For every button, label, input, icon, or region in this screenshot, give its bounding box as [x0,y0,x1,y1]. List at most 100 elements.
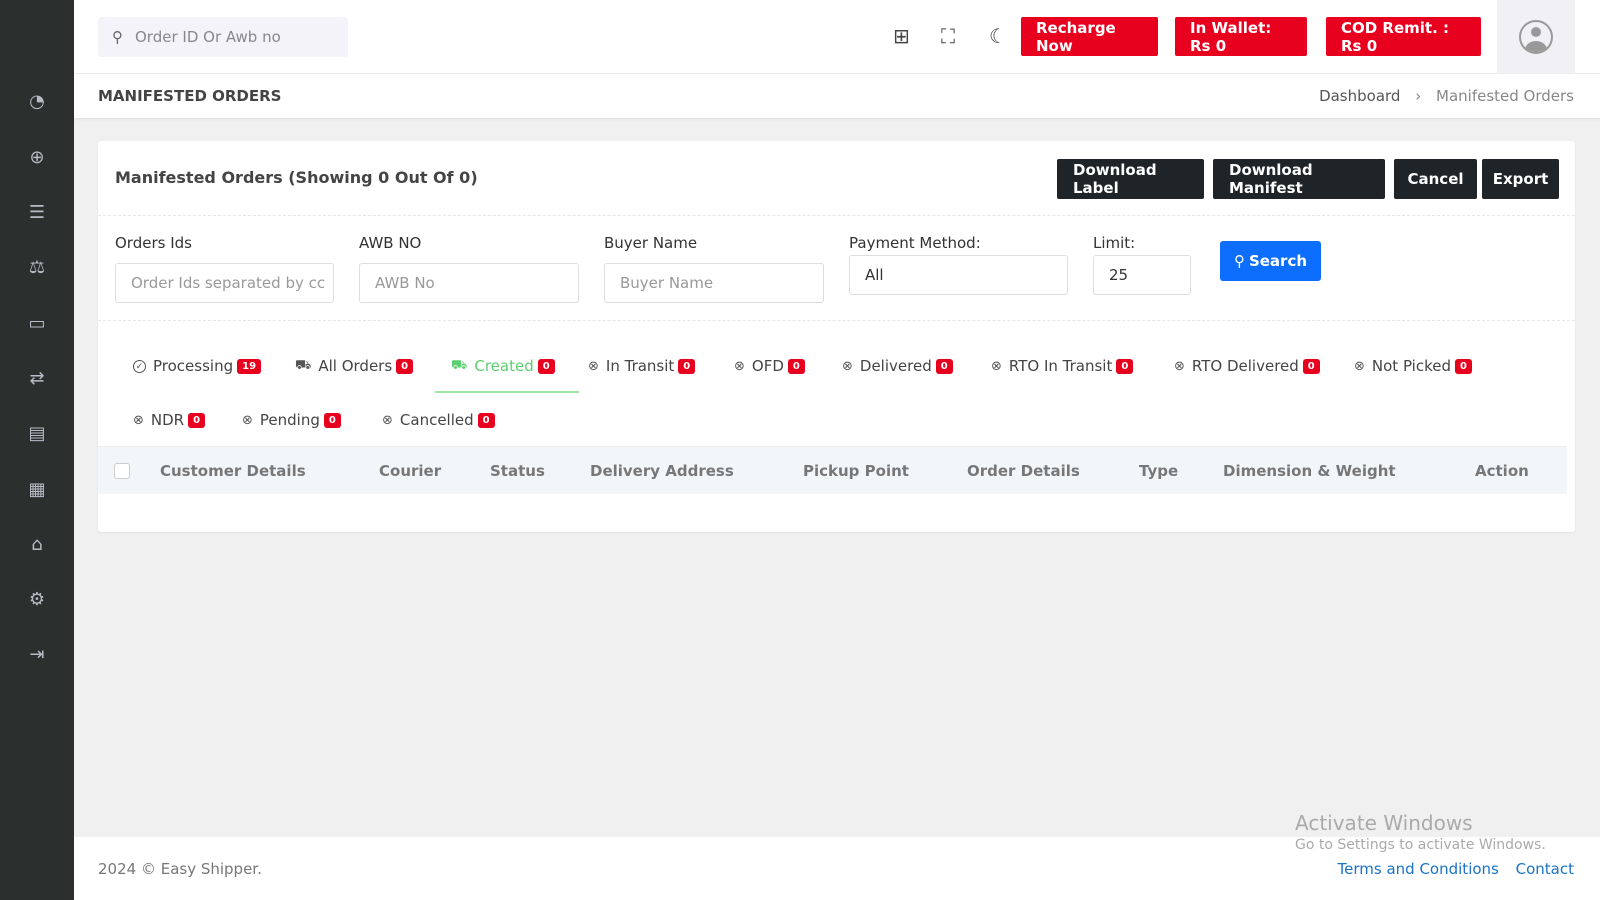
count-badge: 0 [935,358,953,374]
search-button[interactable]: ⚲ Search [1220,241,1321,281]
logout-icon[interactable]: ⇥ [25,643,49,667]
copyright: 2024 © Easy Shipper. [98,860,262,878]
export-button[interactable]: Export [1482,159,1559,199]
divider [98,320,1575,321]
check-circle-icon: ✓ [133,359,146,373]
x-circle-icon: ⊗ [734,358,745,374]
count-badge: 0 [1302,358,1320,374]
tab-label: RTO In Transit [1008,357,1113,375]
x-circle-icon: ⊗ [242,412,253,428]
col-pickup-point: Pickup Point [803,462,909,480]
tab-pending[interactable]: ⊗ Pending 0 [242,411,341,429]
add-order-icon[interactable]: ⊕ [25,146,49,170]
card-title: Manifested Orders (Showing 0 Out Of 0) [115,168,478,187]
divider [98,215,1575,216]
tab-not-picked[interactable]: ⊗ Not Picked 0 [1354,357,1472,375]
col-courier: Courier [379,462,442,480]
count-badge: 0 [1455,358,1472,374]
search-icon: ⚲ [112,28,123,46]
dashboard-icon[interactable]: ◔ [25,90,49,114]
tab-label: All Orders [318,357,393,375]
download-label-button[interactable]: Download Label [1057,159,1204,199]
col-customer-details: Customer Details [160,462,306,480]
tab-label: OFD [751,357,784,375]
order-ids-input[interactable]: Order Ids separated by cc [115,263,334,303]
download-manifest-button[interactable]: Download Manifest [1213,159,1385,199]
col-type: Type [1139,462,1179,480]
orders-card: Manifested Orders (Showing 0 Out Of 0) D… [98,141,1575,532]
fullscreen-icon[interactable]: ⛶ [941,24,955,48]
table-header: Customer Details Courier Status Delivery… [98,446,1567,494]
count-badge: 0 [787,358,805,374]
apps-grid-icon[interactable]: ⊞ [893,24,910,48]
tab-label: RTO Delivered [1191,357,1299,375]
tab-label: Cancelled [399,411,474,429]
limit-label: Limit: [1093,234,1136,252]
tab-delivered[interactable]: ⊗ Delivered 0 [842,357,953,375]
tab-all-orders[interactable]: ⛟ All Orders 0 [295,357,414,375]
active-tab-indicator [435,391,579,393]
x-circle-icon: ⊗ [133,412,144,428]
col-delivery-address: Delivery Address [590,462,734,480]
col-action: Action [1475,462,1529,480]
select-all-checkbox[interactable] [114,463,130,479]
tab-label: Not Picked [1371,357,1451,375]
buyer-name-input[interactable]: Buyer Name [604,263,824,303]
tab-rto-in-transit[interactable]: ⊗ RTO In Transit 0 [991,357,1134,375]
tab-label: Processing [153,357,234,375]
cancel-button[interactable]: Cancel [1394,159,1477,199]
count-badge: 0 [678,358,696,374]
watermark-title: Activate Windows [1295,811,1473,835]
awb-input[interactable]: AWB No [359,263,579,303]
awb-label: AWB NO [359,234,422,252]
weight-dispute-icon[interactable]: ⚖ [25,256,49,280]
settings-icon[interactable]: ⚙ [25,588,49,612]
sidebar: ◔ ⊕ ☰ ⚖ ▭ ⇄ ▤ ▦ ⌂ ⚙ ⇥ [0,0,74,900]
x-circle-icon: ⊗ [842,358,853,374]
tab-cancelled[interactable]: ⊗ Cancelled 0 [382,411,495,429]
calculator-icon[interactable]: ▦ [25,478,49,502]
cod-remit-button[interactable]: COD Remit. : Rs 0 [1326,17,1481,56]
orders-list-icon[interactable]: ☰ [25,201,49,225]
order-ids-label: Orders Ids [115,234,192,252]
transfer-icon[interactable]: ⇄ [25,367,49,391]
tab-label: Delivered [859,357,932,375]
recharge-now-button[interactable]: Recharge Now [1021,17,1158,56]
count-badge: 0 [323,412,341,428]
tab-ndr[interactable]: ⊗ NDR 0 [133,411,206,429]
tab-label: In Transit [605,357,675,375]
col-dimension-weight: Dimension & Weight [1223,462,1396,480]
x-circle-icon: ⊗ [991,358,1002,374]
x-circle-icon: ⊗ [1354,358,1365,374]
tab-ofd[interactable]: ⊗ OFD 0 [734,357,805,375]
count-badge: 0 [1116,358,1134,374]
wallet-balance-button[interactable]: In Wallet: Rs 0 [1175,17,1307,56]
reports-icon[interactable]: ▤ [25,422,49,446]
search-icon: ⚲ [1233,252,1245,270]
terms-link[interactable]: Terms and Conditions [1338,860,1499,878]
dark-mode-moon-icon[interactable]: ☾ [989,24,1007,48]
tab-processing[interactable]: ✓ Processing 19 [133,357,262,375]
payment-method-select[interactable]: All [849,255,1068,295]
buyer-name-label: Buyer Name [604,234,698,252]
x-circle-icon: ⊗ [1174,358,1185,374]
breadcrumb-dashboard[interactable]: Dashboard [1319,87,1400,105]
tab-rto-delivered[interactable]: ⊗ RTO Delivered 0 [1174,357,1320,375]
tab-in-transit[interactable]: ⊗ In Transit 0 [588,357,696,375]
store-icon[interactable]: ⌂ [25,533,49,557]
limit-input[interactable]: 25 [1093,255,1191,295]
count-badge: 0 [188,412,206,428]
footer: 2024 © Easy Shipper. Terms and Condition… [74,837,1600,900]
x-circle-icon: ⊗ [382,412,393,428]
tab-label: Created [474,357,534,375]
truck-icon: ⛟ [451,357,468,373]
page-title-bar: MANIFESTED ORDERS Dashboard › Manifested… [74,74,1600,118]
user-menu[interactable] [1497,0,1575,74]
wallet-icon[interactable]: ▭ [25,312,49,336]
tab-created[interactable]: ⛟ Created 0 [451,357,555,375]
contact-link[interactable]: Contact [1516,860,1574,878]
breadcrumb-current: Manifested Orders [1436,87,1574,105]
global-search-input[interactable]: ⚲ Order ID Or Awb no [98,17,348,57]
col-status: Status [490,462,545,480]
search-button-label: Search [1248,252,1308,270]
